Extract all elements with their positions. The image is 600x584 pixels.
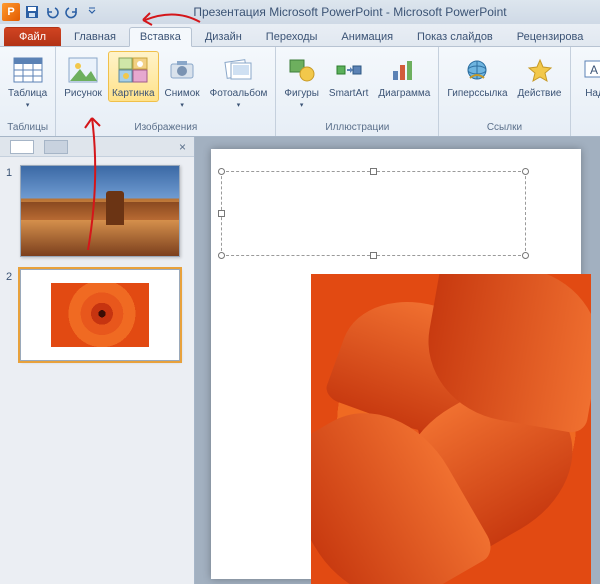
group-images: Рисунок Картинка Снимок ▾ Фотоальбом ▾ Изо… — [56, 47, 276, 136]
clipart-icon — [117, 54, 149, 86]
resize-handle[interactable] — [218, 210, 225, 217]
group-tables: Таблица ▾ Таблицы — [0, 47, 56, 136]
chart-button[interactable]: Диаграмма — [374, 51, 434, 102]
hyperlink-icon — [461, 54, 493, 86]
picture-icon — [67, 54, 99, 86]
shapes-button[interactable]: Фигуры ▾ — [280, 51, 322, 114]
chart-icon — [388, 54, 420, 86]
group-text-label — [571, 120, 600, 136]
photoalbum-label: Фотоальбом — [210, 88, 268, 99]
chevron-down-icon: ▾ — [300, 102, 304, 109]
window-title: Презентация Microsoft PowerPoint - Micro… — [100, 5, 600, 19]
action-button[interactable]: Действие — [514, 51, 566, 102]
tab-transitions[interactable]: Переходы — [255, 27, 329, 46]
screenshot-button[interactable]: Снимок ▾ — [161, 51, 204, 114]
group-images-label: Изображения — [56, 120, 275, 136]
svg-text:A: A — [590, 63, 598, 77]
textbox-button[interactable]: A Над — [575, 51, 600, 102]
table-label: Таблица — [8, 88, 47, 99]
shapes-label: Фигуры — [284, 88, 318, 99]
inserted-image[interactable] — [311, 274, 591, 584]
tab-design[interactable]: Дизайн — [194, 27, 253, 46]
group-illustrations: Фигуры ▾ SmartArt Диаграмма Иллюстрации — [276, 47, 439, 136]
thumbnail-number: 1 — [6, 165, 20, 257]
smartart-icon — [333, 54, 365, 86]
screenshot-label: Снимок — [165, 88, 200, 99]
thumbnail-list: 1 2 — [0, 157, 194, 381]
chevron-down-icon: ▾ — [180, 102, 184, 109]
screenshot-icon — [166, 54, 198, 86]
chevron-down-icon: ▾ — [237, 102, 241, 109]
ribbon-tabs: Файл Главная Вставка Дизайн Переходы Ани… — [0, 24, 600, 47]
close-icon[interactable]: × — [179, 140, 186, 154]
shapes-icon — [286, 54, 318, 86]
redo-icon[interactable] — [64, 4, 80, 20]
thumbnail-item[interactable]: 1 — [6, 165, 188, 257]
smartart-button[interactable]: SmartArt — [325, 51, 372, 102]
group-tables-label: Таблицы — [0, 120, 55, 136]
resize-handle[interactable] — [522, 168, 529, 175]
photoalbum-icon — [223, 54, 255, 86]
hyperlink-label: Гиперссылка — [447, 88, 507, 99]
textbox-icon: A — [579, 54, 600, 86]
resize-handle[interactable] — [218, 168, 225, 175]
tab-file[interactable]: Файл — [4, 27, 61, 46]
slide — [211, 149, 581, 579]
tab-insert[interactable]: Вставка — [129, 27, 192, 47]
group-links-label: Ссылки — [439, 120, 569, 136]
group-links: Гиперссылка Действие Ссылки — [439, 47, 570, 136]
app-icon: P — [2, 3, 20, 21]
group-illustrations-label: Иллюстрации — [276, 120, 438, 136]
group-text: A Над — [571, 47, 600, 136]
chevron-down-icon: ▾ — [26, 102, 30, 109]
table-button[interactable]: Таблица ▾ — [4, 51, 51, 114]
action-icon — [524, 54, 556, 86]
tab-animation[interactable]: Анимация — [330, 27, 404, 46]
thumbnail-number: 2 — [6, 269, 20, 361]
picture-label: Рисунок — [64, 88, 102, 99]
thumbnail-preview — [20, 269, 180, 361]
clipart-label: Картинка — [112, 88, 155, 99]
chart-label: Диаграмма — [378, 88, 430, 99]
save-icon[interactable] — [24, 4, 40, 20]
clipart-button[interactable]: Картинка — [108, 51, 159, 102]
thumbnail-item[interactable]: 2 — [6, 269, 188, 361]
thumbnail-tab-outline[interactable] — [44, 140, 68, 154]
resize-handle[interactable] — [522, 252, 529, 259]
textbox-label: Над — [585, 88, 600, 99]
tab-slideshow[interactable]: Показ слайдов — [406, 27, 504, 46]
slide-canvas[interactable] — [195, 137, 600, 584]
tab-review[interactable]: Рецензирова — [506, 27, 595, 46]
picture-button[interactable]: Рисунок — [60, 51, 106, 102]
title-placeholder[interactable] — [221, 171, 526, 256]
tab-home[interactable]: Главная — [63, 27, 127, 46]
action-label: Действие — [518, 88, 562, 99]
qat-dropdown-icon[interactable] — [84, 4, 100, 20]
ribbon: Таблица ▾ Таблицы Рисунок Картинка Снимок… — [0, 47, 600, 137]
resize-handle[interactable] — [218, 252, 225, 259]
smartart-label: SmartArt — [329, 88, 368, 99]
table-icon — [12, 54, 44, 86]
resize-handle[interactable] — [370, 168, 377, 175]
slide-thumbnail-panel: × 1 2 — [0, 137, 195, 584]
thumbnail-preview — [20, 165, 180, 257]
hyperlink-button[interactable]: Гиперссылка — [443, 51, 511, 102]
undo-icon[interactable] — [44, 4, 60, 20]
title-bar: P Презентация Microsoft PowerPoint - Mic… — [0, 0, 600, 24]
photoalbum-button[interactable]: Фотоальбом ▾ — [206, 51, 272, 114]
thumbnail-tab-slides[interactable] — [10, 140, 34, 154]
work-area: × 1 2 — [0, 137, 600, 584]
resize-handle[interactable] — [370, 252, 377, 259]
quick-access-toolbar — [24, 4, 100, 20]
thumbnail-tabs: × — [0, 137, 194, 157]
